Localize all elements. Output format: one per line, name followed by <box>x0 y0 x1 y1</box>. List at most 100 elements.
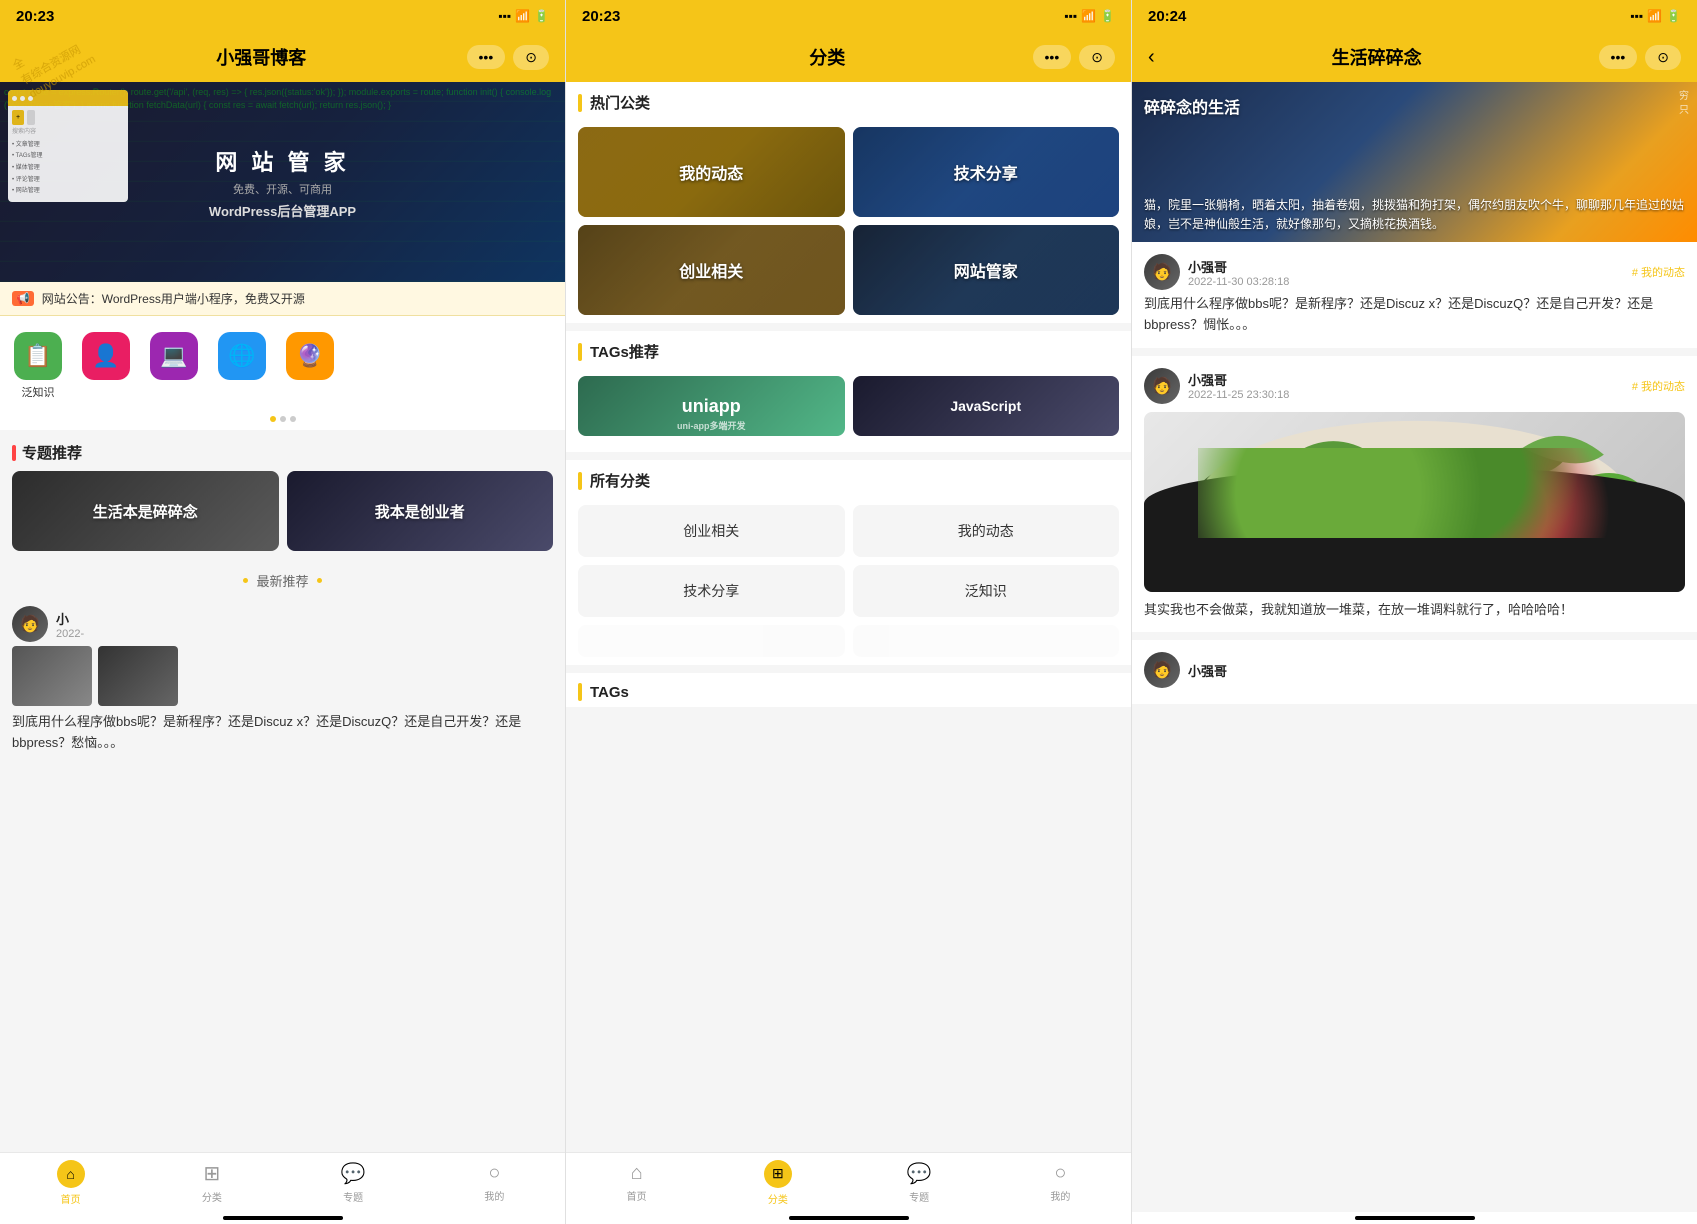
post-meta-3-3: 小强哥 <box>1188 661 1685 680</box>
tab-mine-1[interactable]: ○ 我的 <box>424 1158 565 1207</box>
notice-icon: 📢 <box>12 291 34 306</box>
post-meta-3-1: 小强哥 2022-11-30 03:28:18 <box>1188 257 1624 288</box>
tab-topic-1[interactable]: 💬 专题 <box>283 1157 424 1208</box>
featured-card-2[interactable]: 我本是创业者 <box>287 471 554 551</box>
status-time-1: 20:23 <box>16 8 54 25</box>
scan-btn-1[interactable]: ⊙ <box>513 45 549 70</box>
hot-cat-label-0: 我的动态 <box>679 160 743 184</box>
status-icons-3: ▪▪▪ 📶 🔋 <box>1630 9 1681 23</box>
scan-btn-2[interactable]: ⊙ <box>1079 45 1115 70</box>
yellow-bar-tags <box>578 343 582 361</box>
tab-mine-label-2: 我的 <box>1050 1188 1070 1203</box>
mini-ui-overlay: + 搜索内容 • 文章管理 • TAGs管理 • 媒体管理 • 评论管理 • 网… <box>8 90 128 202</box>
post-card-1: 🧑 小强哥 2022-11-30 03:28:18 # 我的动态 到底用什么程序… <box>1132 242 1697 356</box>
notice-text: 网站公告：WordPress用户端小程序，免费又开源 <box>42 290 305 307</box>
hot-cat-3[interactable]: 网站管家 <box>853 225 1120 315</box>
scan-btn-3[interactable]: ⊙ <box>1645 45 1681 70</box>
tags-recommend-section: TAGs推荐 uniapp uni-app多端开发 JavaScript <box>566 331 1131 452</box>
life-hero: 碎碎念的生活 穷只 猫，院里一张躺椅，晒着太阳，抽着卷烟，挑拨猫和狗打架，偶尔约… <box>1132 82 1697 242</box>
featured-card-1[interactable]: 生活本是碎碎念 <box>12 471 279 551</box>
icon-grid: 📋 泛知识 👤 💻 🌐 🔮 <box>0 316 565 408</box>
tab-home-2[interactable]: ⌂ 首页 <box>566 1158 707 1207</box>
scan-icon-3: ⊙ <box>1657 49 1669 66</box>
post-tag-text-3-2: # 我的动态 <box>1632 381 1685 393</box>
post-date-1: 2022- <box>56 628 553 640</box>
tab-category-2[interactable]: ⊞ 分类 <box>707 1156 848 1210</box>
more-btn-3[interactable]: ••• <box>1599 45 1638 69</box>
hero-subtitle2: WordPress后台管理APP <box>209 201 356 220</box>
tab-mine-2[interactable]: ○ 我的 <box>990 1158 1131 1207</box>
tab-bar-1: ⌂ 首页 ⊞ 分类 💬 专题 ○ 我的 <box>0 1152 565 1212</box>
tab-topic-2[interactable]: 💬 专题 <box>849 1157 990 1208</box>
icon-circle-2: 💻 <box>150 332 198 380</box>
all-cats-title: 所有分类 <box>590 470 650 491</box>
nav-bar-1: 小强哥博客 ••• ⊙ <box>0 32 565 82</box>
post-thumb-2 <box>98 646 178 706</box>
hot-cat-0[interactable]: 我的动态 <box>578 127 845 217</box>
food-veggies <box>1198 448 1631 538</box>
all-cat-0[interactable]: 创业相关 <box>578 505 845 557</box>
tag-card-sub-0: uni-app多端开发 <box>677 419 746 432</box>
tab-category-1[interactable]: ⊞ 分类 <box>141 1157 282 1208</box>
recommend-text: 最新推荐 <box>256 571 308 590</box>
recommend-dot-1 <box>243 578 248 583</box>
all-cat-label-1: 我的动态 <box>958 523 1014 539</box>
signal-icon-2: ▪▪▪ <box>1064 9 1077 23</box>
hot-cat-2[interactable]: 创业相关 <box>578 225 845 315</box>
nav-actions-1: ••• ⊙ <box>467 45 549 70</box>
tag-card-label-0: uniapp <box>682 396 741 417</box>
more-btn-1[interactable]: ••• <box>467 45 506 69</box>
tag-card-1[interactable]: JavaScript <box>853 376 1120 436</box>
back-btn[interactable]: ‹ <box>1148 46 1155 69</box>
life-hero-quote: 猫，院里一张躺椅，晒着太阳，抽着卷烟，挑拨猫和狗打架，偶尔约朋友吹个牛，聊聊那几… <box>1144 196 1685 234</box>
tag-card-0[interactable]: uniapp uni-app多端开发 <box>578 376 845 436</box>
icon-item-2[interactable]: 💻 <box>148 332 200 400</box>
featured-cards-row: 生活本是碎碎念 我本是创业者 <box>0 471 565 563</box>
tab-home-icon-2: ⌂ <box>631 1162 643 1185</box>
scan-icon-2: ⊙ <box>1091 49 1103 66</box>
yellow-bar-hot <box>578 94 582 112</box>
post-content-1: 到底用什么程序做bbs呢？是新程序？还是Discuz x？还是DiscuzQ？还… <box>12 712 553 754</box>
content-area-3[interactable]: 碎碎念的生活 穷只 猫，院里一张躺椅，晒着太阳，抽着卷烟，挑拨猫和狗打架，偶尔约… <box>1132 82 1697 1212</box>
scan-icon-1: ⊙ <box>525 49 537 66</box>
bottom-line-1 <box>223 1216 343 1220</box>
tab-bar-2: ⌂ 首页 ⊞ 分类 💬 专题 ○ 我的 <box>566 1152 1131 1212</box>
dots-icon-2: ••• <box>1045 49 1060 65</box>
battery-icon: 🔋 <box>534 9 549 23</box>
featured-card-1-label: 生活本是碎碎念 <box>93 501 198 522</box>
yellow-bar-all <box>578 472 582 490</box>
nav-bar-3: ‹ 生活碎碎念 ••• ⊙ <box>1132 32 1697 82</box>
all-cat-4 <box>578 625 845 657</box>
content-area-2[interactable]: 热门公类 我的动态 技术分享 创业相关 网站管家 <box>566 82 1131 1152</box>
post-author-name-3-2: 小强哥 <box>1188 370 1624 389</box>
status-time-3: 20:24 <box>1148 8 1186 25</box>
hot-cat-label-2: 创业相关 <box>679 258 743 282</box>
all-cat-1[interactable]: 我的动态 <box>853 505 1120 557</box>
all-cat-3[interactable]: 泛知识 <box>853 565 1120 617</box>
post-author-row-1: 🧑 小 2022- <box>12 606 553 642</box>
tags-bottom-header: TAGs <box>578 673 1119 707</box>
icon-item-0[interactable]: 📋 泛知识 <box>12 332 64 400</box>
all-cats-section: 所有分类 创业相关 我的动态 技术分享 泛知识 <box>566 460 1131 665</box>
content-area-1[interactable]: const route = express.Router(); route.ge… <box>0 82 565 1152</box>
status-bar-3: 20:24 ▪▪▪ 📶 🔋 <box>1132 0 1697 32</box>
tags-bottom-section: TAGs <box>566 673 1131 707</box>
tab-topic-icon-2: 💬 <box>907 1161 932 1186</box>
hot-cats-section: 热门公类 我的动态 技术分享 创业相关 网站管家 <box>566 82 1131 323</box>
icon-item-1[interactable]: 👤 <box>80 332 132 400</box>
icon-item-3[interactable]: 🌐 <box>216 332 268 400</box>
post-author-name-3-3: 小强哥 <box>1188 661 1685 680</box>
tab-home-1[interactable]: ⌂ 首页 <box>0 1156 141 1210</box>
icon-item-4[interactable]: 🔮 <box>284 332 336 400</box>
all-cat-2[interactable]: 技术分享 <box>578 565 845 617</box>
icon-circle-0: 📋 <box>14 332 62 380</box>
post-card-3: 🧑 小强哥 <box>1132 640 1697 712</box>
more-btn-2[interactable]: ••• <box>1033 45 1072 69</box>
hero-text: 网 站 管 家 免费、开源、可商用 WordPress后台管理APP <box>209 145 356 220</box>
hot-cat-1[interactable]: 技术分享 <box>853 127 1120 217</box>
post-meta-3-2: 小强哥 2022-11-25 23:30:18 <box>1188 370 1624 401</box>
mini-ui-header <box>8 90 128 106</box>
tab-mine-label-1: 我的 <box>484 1188 504 1203</box>
life-hero-title: 碎碎念的生活 <box>1144 94 1240 118</box>
signal-icon: ▪▪▪ <box>498 9 511 23</box>
